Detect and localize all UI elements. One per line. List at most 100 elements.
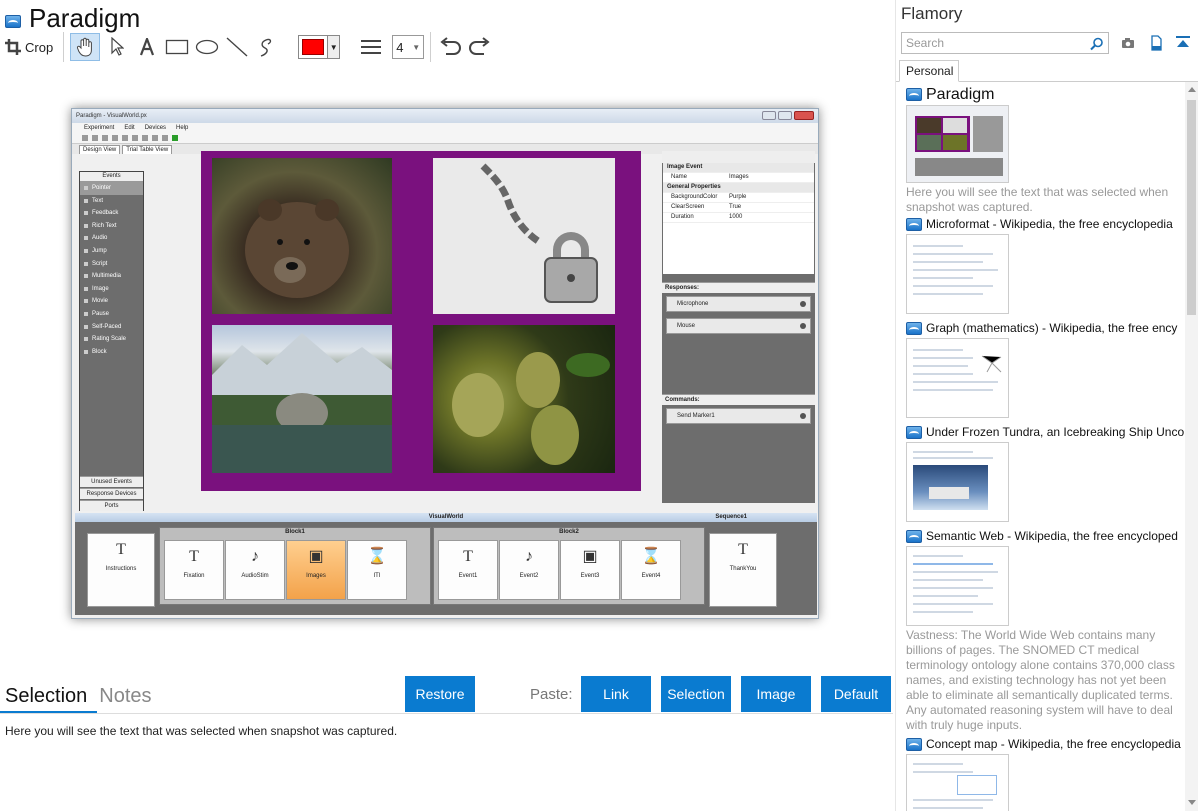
snapshot-title-row: Semantic Web - Wikipedia, the free encyc… [906,528,1186,544]
snapshot-icon [906,217,922,231]
snapshot-title: Under Frozen Tundra, an Icebreaking Ship… [926,425,1185,439]
app-window: Paradigm Crop ▼ 4 ▼ Paradigm - VisualWor… [0,0,1198,811]
menu-item: Devices [144,125,167,131]
property-value: True [729,204,742,210]
paste-link-button[interactable]: Link [581,676,651,712]
scroll-up-icon[interactable] [1188,87,1196,92]
snapshot-list: Paradigm Here you will see the text that… [906,86,1186,811]
restore-button[interactable]: Restore [405,676,475,712]
search-icon[interactable] [1090,37,1104,51]
stimulus-stage [201,151,641,491]
tab-personal[interactable]: Personal [899,60,959,82]
snapshot-entry[interactable]: Semantic Web - Wikipedia, the free encyc… [906,528,1186,736]
snapshot-entry[interactable]: Concept map - Wikipedia, the free encycl… [906,736,1186,811]
undo-icon [440,37,462,55]
event-item: Block [80,346,143,359]
snapshot-title-row: Concept map - Wikipedia, the free encycl… [906,736,1186,752]
scroll-thumb[interactable] [1187,100,1196,315]
pointer-tool-button[interactable] [104,33,130,61]
sidebar-scrollbar[interactable] [1185,82,1198,811]
snapshot-entry[interactable]: Graph (mathematics) - Wikipedia, the fre… [906,320,1186,424]
event-item: Text [80,195,143,208]
title-bar: Paradigm [5,3,140,33]
snapshot-thumbnail [906,338,1009,418]
timeline-card: ♪ Event2 [499,540,559,600]
editor-pane: Paradigm Crop ▼ 4 ▼ Paradigm - VisualWor… [0,0,895,811]
redo-button[interactable] [467,33,493,61]
property-label: Duration [671,214,694,220]
events-footer-item: Ports [80,500,143,511]
color-picker[interactable]: ▼ [298,35,341,59]
timeline-panel: VisualWorld Sequence1 T Instructions Bloc… [75,513,817,615]
event-item: Jump [80,245,143,258]
timeline-card: ▣ Event3 [560,540,620,600]
event-item: Pause [80,308,143,321]
tab-design-view: Design View [79,145,121,154]
crop-button[interactable]: Crop [5,33,53,61]
line-width-select[interactable]: 4 ▼ [392,35,425,59]
freehand-tool-button[interactable] [254,33,280,61]
text-tool-button[interactable] [134,33,160,61]
selection-text: Here you will see the text that was sele… [5,724,398,738]
toolbar-divider [430,32,432,62]
tab-notes[interactable]: Notes [99,685,151,712]
snapshot-title: Paradigm [926,86,995,103]
timeline-card: ▣ Images [286,540,346,600]
snapshot-entry[interactable]: Paradigm Here you will see the text that… [906,86,1186,216]
bottom-tabs: Selection Notes [5,682,152,714]
response-item: Mouse [666,318,811,334]
snapshot-title-row: Paradigm [906,86,1186,103]
paste-image-button[interactable]: Image [741,676,811,712]
property-value: Images [729,174,749,180]
screenshot-body: Events Pointer Text Feedback Rich Text A… [79,151,815,511]
hand-tool-button[interactable] [70,33,101,61]
mountain-lake-image [212,325,392,473]
menu-item: Edit [124,125,135,131]
text-icon [140,38,155,56]
chevron-down-icon: ▼ [412,42,421,52]
timeline-card-label: AudioStim [241,573,269,579]
snapshot-entry[interactable]: Under Frozen Tundra, an Icebreaking Ship… [906,424,1186,528]
menu-item: Experiment [84,125,115,131]
responses-header: Responses: [662,282,815,293]
property-row: BackgroundColor Purple [663,193,814,203]
timeline-card-label: ITI [373,573,381,579]
paste-default-button[interactable]: Default [821,676,891,712]
bear-image [212,158,392,314]
crop-icon [5,39,21,55]
event-item: Audio [80,232,143,245]
line-width-value: 4 [396,39,404,55]
document-icon[interactable] [1148,35,1164,51]
snapshot-icon [906,529,922,543]
block-title: Block2 [559,529,579,535]
timeline-card-label: Images [306,573,326,579]
snapshot-title-row: Microformat - Wikipedia, the free encycl… [906,216,1186,232]
scroll-down-icon[interactable] [1188,800,1196,805]
camera-icon[interactable] [1120,35,1136,51]
close-icon [794,111,814,120]
event-item: Movie [80,295,143,308]
events-header: Events [80,172,143,182]
property-value: Purple [729,194,747,200]
snapshot-thumbnail [906,442,1009,522]
padlock-image [433,158,615,314]
snapshot-icon [906,88,922,101]
search-input[interactable]: Search [901,32,1109,54]
paste-selection-button[interactable]: Selection [661,676,731,712]
timeline-card-label: Instructions [105,566,137,572]
snapshot-entry[interactable]: Microformat - Wikipedia, the free encycl… [906,216,1186,320]
captured-screenshot[interactable]: Paradigm - VisualWorld.px Experiment Edi… [71,108,819,619]
undo-button[interactable] [437,33,463,61]
line-tool-button[interactable] [224,33,250,61]
line-width-icon [361,40,382,54]
collapse-icon[interactable] [1175,35,1191,51]
tab-selection[interactable]: Selection [5,685,87,712]
timeline-card-label: ThankYou [729,566,757,572]
rectangle-icon [166,39,189,55]
snapshot-thumbnail [906,754,1009,811]
line-width-button[interactable] [358,33,384,61]
screenshot-title-text: Paradigm - VisualWorld.px [76,113,147,119]
ellipse-tool-button[interactable] [194,33,220,61]
pears-image [433,325,615,473]
rectangle-tool-button[interactable] [164,33,190,61]
